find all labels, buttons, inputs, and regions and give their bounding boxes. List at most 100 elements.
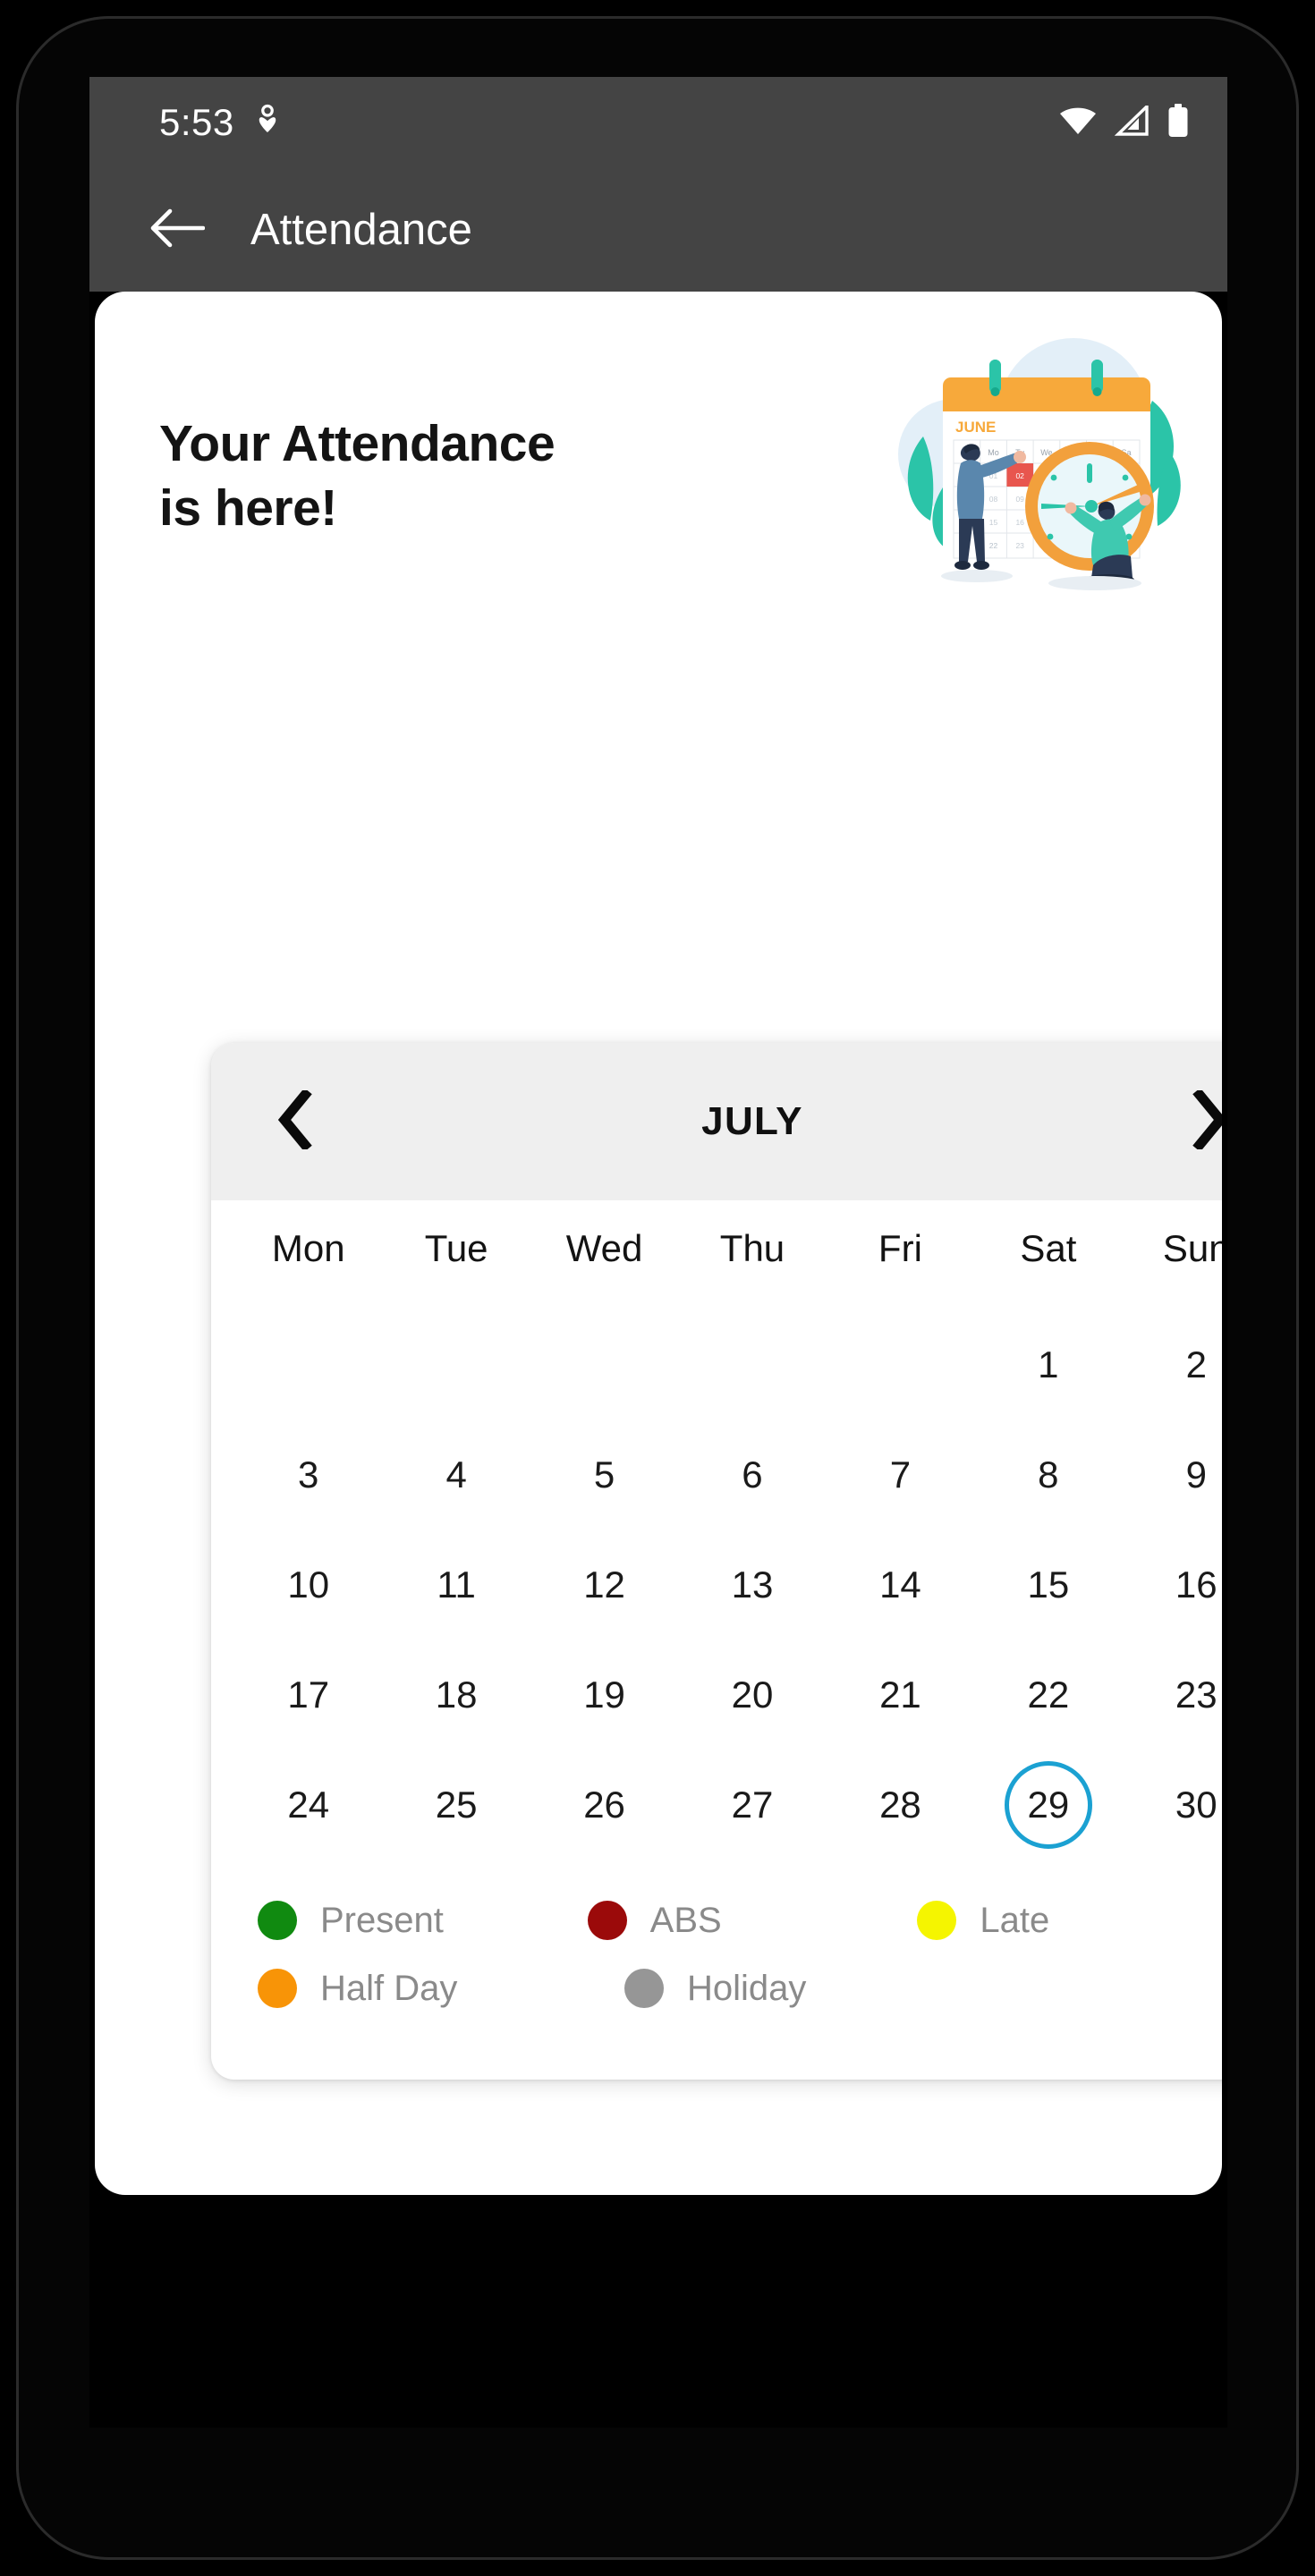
location-pin-icon <box>254 104 281 142</box>
calendar-day-17[interactable]: 17 <box>265 1651 352 1739</box>
calendar-day-2[interactable]: 2 <box>1152 1321 1222 1409</box>
hero-section: Your Attendance is here! JUNE Mo We Sa 0… <box>95 292 1222 676</box>
calendar-card: JULY Mon Tue Wed Thu Fri Sat Sun 1 2 3 4 5 6 7 8 9 10 11… <box>211 1043 1222 2080</box>
calendar-day-13[interactable]: 13 <box>708 1541 796 1629</box>
content-sheet: Your Attendance is here! JUNE Mo We Sa 0… <box>95 292 1222 2195</box>
calendar-day-25[interactable]: 25 <box>412 1761 500 1849</box>
svg-text:08: 08 <box>989 495 998 504</box>
calendar-day-8[interactable]: 8 <box>1005 1431 1092 1519</box>
calendar-empty-cell <box>382 1309 530 1419</box>
calendar-day-selected[interactable]: 29 <box>1004 1760 1092 1849</box>
calendar-day-10[interactable]: 10 <box>265 1541 352 1629</box>
calendar-day-22[interactable]: 22 <box>1005 1651 1092 1739</box>
calendar-day-23[interactable]: 23 <box>1152 1651 1222 1739</box>
calendar-day-cell: 21 <box>827 1640 974 1750</box>
calendar-month-label: JULY <box>701 1099 803 1143</box>
calendar-empty-cell <box>234 1309 382 1419</box>
calendar-day-1[interactable]: 1 <box>1005 1321 1092 1409</box>
calendar-day-19[interactable]: 19 <box>561 1651 649 1739</box>
phone-screen: 5:53 Attendance Your Attendance is here!… <box>89 77 1227 2428</box>
calendar-day-cell: 2 <box>1123 1309 1222 1419</box>
page-title: Attendance <box>250 205 472 254</box>
calendar-day-cell: 5 <box>530 1419 678 1530</box>
svg-text:15: 15 <box>989 518 998 527</box>
calendar-day-cell: 9 <box>1123 1419 1222 1530</box>
weekday-header-row: Mon Tue Wed Thu Fri Sat Sun <box>211 1200 1222 1270</box>
calendar-day-cell: 20 <box>678 1640 826 1750</box>
svg-text:09: 09 <box>1015 495 1024 504</box>
calendar-day-15[interactable]: 15 <box>1005 1541 1092 1629</box>
next-month-button[interactable] <box>1170 1083 1222 1160</box>
calendar-day-20[interactable]: 20 <box>708 1651 796 1739</box>
legend-present: Present <box>258 1901 588 1940</box>
weekday-thu: Thu <box>719 1227 785 1269</box>
calendar-day-11[interactable]: 11 <box>412 1541 500 1629</box>
calendar-day-7[interactable]: 7 <box>856 1431 944 1519</box>
calendar-day-14[interactable]: 14 <box>856 1541 944 1629</box>
calendar-day-26[interactable]: 26 <box>561 1761 649 1849</box>
calendar-empty-cell <box>530 1309 678 1419</box>
calendar-day-cell: 1 <box>974 1309 1122 1419</box>
legend-row: Present ABS Late <box>258 1901 1222 1940</box>
calendar-day-cell: 24 <box>234 1750 382 1860</box>
weekday-wed: Wed <box>565 1227 643 1269</box>
calendar-day-cell: 15 <box>974 1530 1122 1640</box>
calendar-day-16[interactable]: 16 <box>1152 1541 1222 1629</box>
legend-holiday-dot-icon <box>624 1969 664 2008</box>
calendar-day-grid: 1 2 3 4 5 6 7 8 9 10 11 12 13 14 15 16 17 18 19 20 21 22 23 24 2… <box>211 1270 1222 1860</box>
calendar-day-cell: 18 <box>382 1640 530 1750</box>
weekday-fri: Fri <box>878 1227 922 1269</box>
calendar-day-cell: 23 <box>1123 1640 1222 1750</box>
calendar-day-3[interactable]: 3 <box>265 1431 352 1519</box>
cellular-signal-icon <box>1114 102 1149 140</box>
weekday-sun: Sun <box>1162 1227 1222 1269</box>
calendar-day-cell: 12 <box>530 1530 678 1640</box>
calendar-day-cell: 4 <box>382 1419 530 1530</box>
legend-holiday-label: Holiday <box>687 1969 807 2008</box>
svg-text:Mo: Mo <box>988 448 999 457</box>
calendar-day-cell: 30 <box>1123 1750 1222 1860</box>
legend-half-day: Half Day <box>258 1969 624 2008</box>
calendar-day-27[interactable]: 27 <box>708 1761 796 1849</box>
calendar-day-4[interactable]: 4 <box>412 1431 500 1519</box>
legend-present-dot-icon <box>258 1901 297 1940</box>
back-arrow-icon <box>149 206 206 255</box>
calendar-day-cell: 27 <box>678 1750 826 1860</box>
legend-abs-dot-icon <box>587 1901 627 1940</box>
calendar-day-18[interactable]: 18 <box>412 1651 500 1739</box>
calendar-day-6[interactable]: 6 <box>708 1431 796 1519</box>
back-button[interactable] <box>136 189 218 271</box>
hero-title-line2: is here! <box>159 479 337 537</box>
weekday-sat: Sat <box>1020 1227 1077 1269</box>
calendar-day-28[interactable]: 28 <box>856 1761 944 1849</box>
legend-late-dot-icon <box>917 1901 957 1940</box>
calendar-day-21[interactable]: 21 <box>856 1651 944 1739</box>
prev-month-button[interactable] <box>258 1083 335 1160</box>
calendar-day-5[interactable]: 5 <box>561 1431 649 1519</box>
hero-title-line1: Your Attendance <box>159 415 556 473</box>
status-time: 5:53 <box>159 101 234 143</box>
calendar-day-cell: 10 <box>234 1530 382 1640</box>
calendar-day-cell: 6 <box>678 1419 826 1530</box>
calendar-day-cell: 11 <box>382 1530 530 1640</box>
calendar-day-cell: 17 <box>234 1640 382 1750</box>
legend-half-day-label: Half Day <box>320 1969 458 2008</box>
calendar-day-30[interactable]: 30 <box>1152 1761 1222 1849</box>
calendar-day-24[interactable]: 24 <box>265 1761 352 1849</box>
calendar-day-cell: 7 <box>827 1419 974 1530</box>
status-bar-left: 5:53 <box>159 104 281 142</box>
calendar-day-cell: 26 <box>530 1750 678 1860</box>
calendar-day-12[interactable]: 12 <box>561 1541 649 1629</box>
calendar-day-cell: 22 <box>974 1640 1122 1750</box>
battery-full-icon <box>1167 103 1190 142</box>
calendar-day-cell: 19 <box>530 1640 678 1750</box>
calendar-day-cell: 29 <box>974 1750 1122 1860</box>
calendar-day-9[interactable]: 9 <box>1152 1431 1222 1519</box>
status-bar-right <box>1059 102 1190 142</box>
weekday-mon: Mon <box>271 1227 345 1269</box>
legend-abs-label: ABS <box>649 1901 722 1940</box>
attendance-legend: Present ABS Late Half Day Holiday <box>211 1860 1222 2008</box>
svg-text:23: 23 <box>1015 541 1024 550</box>
svg-text:JUNE: JUNE <box>955 419 996 436</box>
legend-late-label: Late <box>980 1901 1050 1940</box>
